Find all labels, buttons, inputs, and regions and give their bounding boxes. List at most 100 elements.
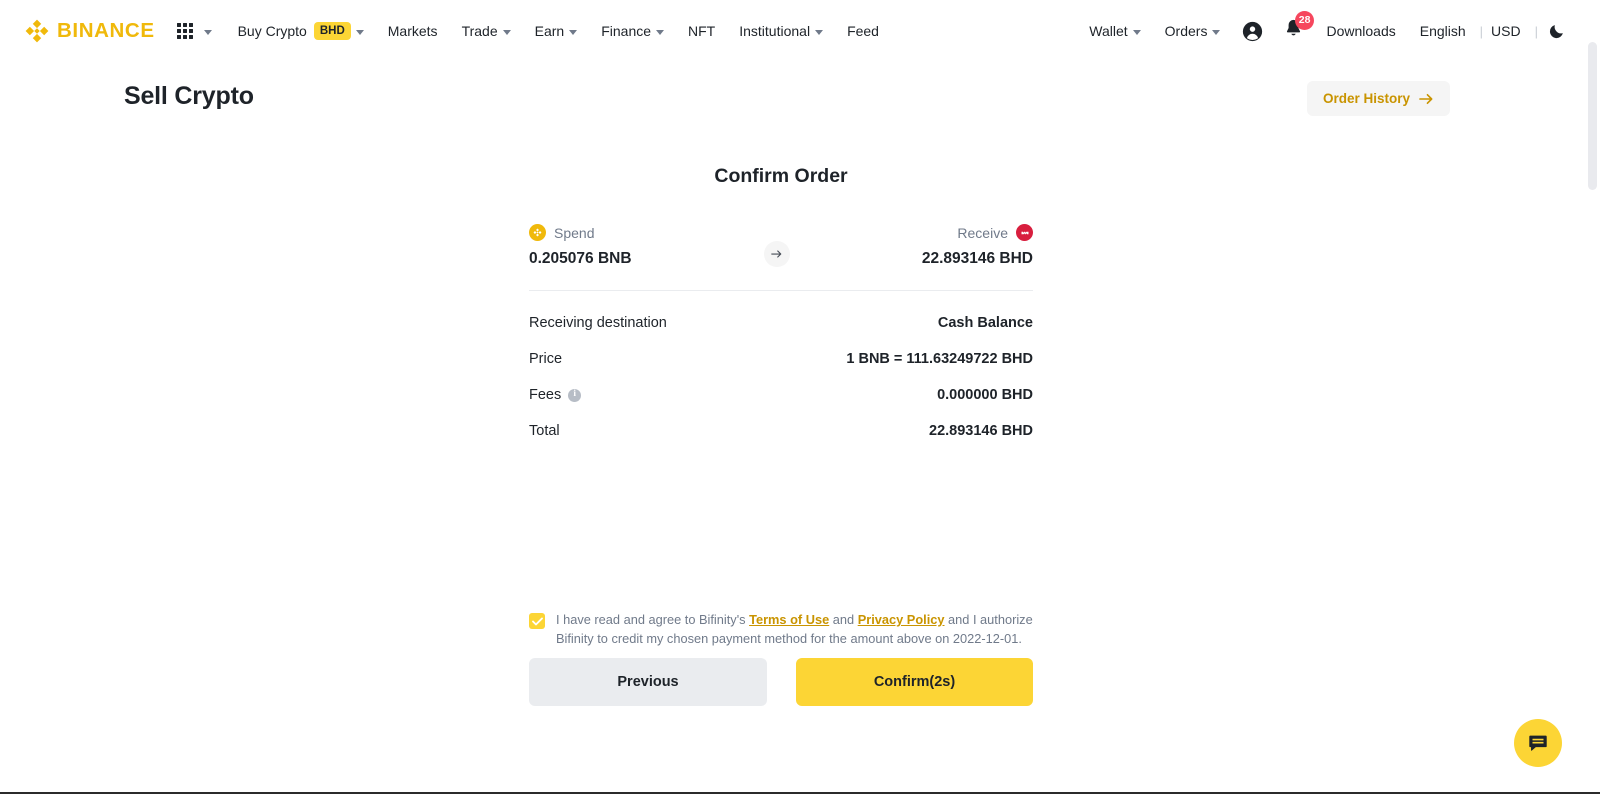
nav-item-label: English — [1419, 23, 1466, 39]
detail-label: Total — [529, 423, 560, 439]
theme-toggle-button[interactable] — [1546, 0, 1565, 62]
chevron-down-icon — [656, 29, 665, 35]
nav-item-label: Finance — [601, 23, 652, 39]
bnb-coin-icon — [529, 224, 546, 241]
privacy-policy-link[interactable]: Privacy Policy — [858, 612, 945, 627]
binance-logo[interactable]: BINANCE — [24, 18, 155, 44]
support-chat-button[interactable] — [1514, 719, 1562, 767]
order-history-button[interactable]: Order History — [1306, 81, 1450, 116]
chevron-down-icon — [502, 29, 511, 35]
detail-value: 0.000000 BHD — [937, 387, 1033, 403]
nav-item-currency[interactable]: USD — [1491, 0, 1527, 62]
previous-button[interactable]: Previous — [529, 658, 767, 706]
nav-item-label: Buy Crypto — [237, 23, 307, 39]
nav-item-label: Institutional — [739, 23, 811, 39]
detail-value: Cash Balance — [937, 315, 1033, 331]
nav-item-institutional[interactable]: Institutional — [727, 0, 835, 62]
nav-item-label: Downloads — [1326, 23, 1396, 39]
binance-wordmark: BINANCE — [57, 18, 155, 42]
info-tooltip-icon[interactable]: i — [568, 388, 582, 402]
arrow-right-icon — [770, 250, 781, 258]
card-title: Confirm Order — [714, 165, 848, 187]
detail-value: 22.893146 BHD — [929, 423, 1033, 439]
chevron-down-icon — [355, 29, 364, 35]
terms-checkbox[interactable] — [529, 613, 545, 629]
receive-column: Receive 22.893146 BHD — [922, 224, 1033, 268]
terms-agreement-row: I have read and agree to Bifinity's Term… — [529, 611, 1033, 649]
nav-item-markets[interactable]: Markets — [376, 0, 450, 62]
nav-item-label: Markets — [387, 23, 438, 39]
terms-text-part2: and — [829, 612, 858, 627]
sell-crypto-page: BINANCE Buy Crypto BHD Markets Trade Ear… — [0, 0, 1600, 794]
order-details-list: Receiving destination Cash Balance Price… — [529, 305, 1033, 449]
page-title: Sell Crypto — [124, 82, 254, 110]
nav-item-label: Trade — [461, 23, 498, 39]
checkmark-icon — [531, 617, 543, 625]
nav-item-nft[interactable]: NFT — [676, 0, 727, 62]
detail-row-receiving-destination: Receiving destination Cash Balance — [529, 305, 1033, 341]
nav-item-label: Orders — [1164, 23, 1208, 39]
nav-item-label: USD — [1491, 23, 1521, 39]
receive-amount: 22.893146 BHD — [921, 250, 1033, 267]
nav-item-trade[interactable]: Trade — [450, 0, 523, 62]
apps-menu-button[interactable] — [176, 0, 226, 62]
confirm-order-card: Confirm Order Spend 0.205076 BNB Receive… — [529, 165, 1033, 449]
chevron-down-icon — [203, 29, 212, 35]
nav-item-label: NFT — [688, 23, 716, 39]
spend-column: Spend 0.205076 BNB — [529, 224, 632, 268]
spend-label-group: Spend — [529, 224, 632, 241]
terms-text-part1: I have read and agree to Bifinity's — [556, 612, 750, 627]
nav-item-earn[interactable]: Earn — [523, 0, 590, 62]
terms-text: I have read and agree to Bifinity's Term… — [556, 611, 1033, 649]
bhd-currency-icon — [1016, 224, 1033, 241]
detail-value: 1 BNB = 111.63249722 BHD — [846, 351, 1033, 367]
nav-item-feed[interactable]: Feed — [835, 0, 891, 62]
notifications-button[interactable]: 28 — [1273, 0, 1315, 62]
nav-divider: | — [1479, 23, 1484, 39]
page-scrollbar-track[interactable] — [1583, 0, 1600, 794]
binance-diamond-logo-icon — [25, 19, 49, 43]
chevron-down-icon — [1212, 29, 1221, 35]
detail-label: Price — [529, 351, 563, 367]
chevron-down-icon — [815, 29, 824, 35]
bnb-diamond-glyph-icon — [533, 228, 542, 237]
chat-bubble-icon — [1529, 735, 1547, 751]
detail-label: Receiving destination — [529, 315, 667, 331]
swap-summary-row: Spend 0.205076 BNB Receive 22.893146 BHD — [529, 224, 1033, 268]
detail-row-price: Price 1 BNB = 111.63249722 BHD — [529, 341, 1033, 377]
bell-wrapper: 28 — [1283, 11, 1315, 44]
nav-item-label: Earn — [534, 23, 565, 39]
currency-badge-bhd: BHD — [313, 21, 351, 41]
nav-item-finance[interactable]: Finance — [589, 0, 676, 62]
swap-direction-icon-wrapper — [763, 241, 790, 267]
action-button-row: Previous Confirm(2s) — [529, 658, 1033, 706]
page-scrollbar-thumb[interactable] — [1588, 42, 1597, 190]
spend-amount: 0.205076 BNB — [529, 250, 632, 267]
nav-item-downloads[interactable]: Downloads — [1314, 0, 1407, 62]
nav-item-label: Wallet — [1089, 23, 1128, 39]
nav-divider: | — [1534, 23, 1538, 39]
top-navigation-bar: BINANCE Buy Crypto BHD Markets Trade Ear… — [0, 0, 1583, 62]
detail-label: Fees — [529, 387, 562, 403]
nav-item-language[interactable]: English — [1408, 0, 1472, 62]
grid-apps-icon — [176, 23, 193, 39]
arrow-right-icon — [1419, 93, 1433, 104]
notification-count-badge: 28 — [1294, 11, 1315, 30]
spend-label: Spend — [554, 224, 595, 241]
receive-label: Receive — [957, 224, 1008, 241]
detail-label-group: Fees i — [529, 387, 582, 403]
chevron-down-icon — [1132, 29, 1141, 35]
confirm-button[interactable]: Confirm(2s) — [796, 658, 1033, 706]
user-profile-icon — [1243, 21, 1263, 41]
terms-of-use-link[interactable]: Terms of Use — [749, 612, 829, 627]
nav-right-group: Wallet Orders 28 Downloads English | USD… — [1089, 0, 1565, 62]
user-profile-button[interactable] — [1232, 0, 1273, 62]
nav-item-orders[interactable]: Orders — [1153, 0, 1233, 62]
bhd-flag-glyph-icon — [1021, 231, 1028, 234]
detail-row-fees: Fees i 0.000000 BHD — [529, 377, 1033, 413]
nav-item-buy-crypto[interactable]: Buy Crypto BHD — [226, 0, 376, 62]
nav-item-wallet[interactable]: Wallet — [1089, 0, 1152, 62]
receive-label-group: Receive — [957, 224, 1033, 241]
order-history-label: Order History — [1322, 91, 1410, 106]
chevron-down-icon — [569, 29, 578, 35]
